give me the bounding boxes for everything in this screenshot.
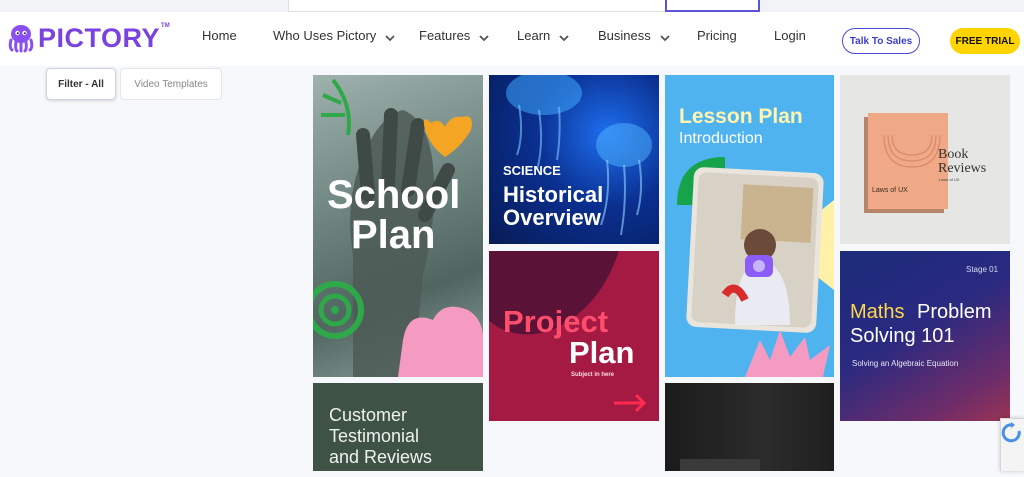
nav-login[interactable]: Login: [774, 28, 806, 43]
project-title-2: Plan: [569, 335, 635, 370]
template-card-lesson-plan[interactable]: Lesson Plan Introduction: [665, 75, 834, 377]
customer-title-2: Testimonial: [329, 426, 420, 446]
nav-home[interactable]: Home: [202, 28, 237, 43]
recaptcha-badge[interactable]: [1000, 418, 1024, 471]
template-card-school-plan[interactable]: School Plan: [313, 75, 483, 377]
science-title-2: Overview: [503, 205, 601, 230]
nav-pricing-label: Pricing: [697, 28, 737, 43]
book-cover-title: Laws of UX: [872, 187, 908, 194]
lesson-title-2: Introduction: [679, 130, 763, 147]
nav-business-label: Business: [598, 28, 651, 43]
chevron-down-icon: [479, 34, 489, 41]
project-title-1: Project: [503, 304, 609, 339]
nav-who-uses-label: Who Uses Pictory: [273, 28, 377, 43]
nav-learn-label: Learn: [517, 28, 551, 43]
book-title-2: Reviews: [938, 161, 987, 176]
customer-title-3: and Reviews: [329, 447, 433, 467]
project-subtitle: Subject in here: [571, 372, 615, 378]
brand-name: PICTORY: [38, 23, 161, 53]
octopus-logo-icon: [8, 25, 34, 53]
school-plan-title-2: Plan: [351, 213, 436, 257]
video-templates-button[interactable]: Video Templates: [120, 68, 222, 100]
book-title-1: Book: [938, 147, 969, 162]
template-card-customer-testimonial[interactable]: Customer Testimonial and Reviews: [313, 383, 483, 471]
nav-features[interactable]: Features: [419, 28, 490, 43]
trademark: TM: [161, 23, 170, 29]
lesson-title-1: Lesson Plan: [679, 105, 803, 128]
chevron-down-icon: [660, 34, 670, 41]
nav-pricing[interactable]: Pricing: [697, 28, 737, 43]
book-artwork: [864, 113, 948, 213]
maths-subtitle: Solving an Algebraic Equation: [852, 359, 959, 368]
school-plan-title-1: School: [327, 173, 461, 217]
template-card-maths[interactable]: Stage 01 Maths Problem Solving 101 Solvi…: [840, 251, 1010, 421]
maths-title-1: Problem: [917, 301, 992, 323]
nav-learn[interactable]: Learn: [517, 28, 570, 43]
nav-features-label: Features: [419, 28, 471, 43]
dark-card-artwork: [680, 459, 760, 471]
maths-title-2: Solving 101: [850, 325, 955, 347]
maths-accent: Maths: [850, 301, 905, 323]
customer-title-1: Customer: [329, 405, 408, 425]
brand-logo[interactable]: PICTORY TM: [6, 22, 170, 54]
science-tag: SCIENCE: [503, 163, 561, 178]
filter-all-button[interactable]: Filter - All: [46, 68, 116, 100]
talk-to-sales-button[interactable]: Talk To Sales: [842, 28, 920, 54]
book-subtitle: Laws of UX: [939, 177, 960, 182]
template-card-project-plan[interactable]: Project Plan Subject in here: [489, 251, 659, 421]
template-card-historical-overview[interactable]: SCIENCE Historical Overview: [489, 75, 659, 244]
chevron-down-icon: [559, 34, 569, 41]
top-search-box[interactable]: [288, 0, 666, 12]
top-band: [0, 0, 1024, 12]
nav-business[interactable]: Business: [598, 28, 671, 43]
nav-login-label: Login: [774, 28, 806, 43]
template-card-dark[interactable]: [665, 383, 834, 471]
template-card-book-reviews[interactable]: Laws of UX Book Reviews Laws of UX: [840, 75, 1010, 244]
nav-who-uses[interactable]: Who Uses Pictory: [273, 28, 396, 43]
free-trial-button[interactable]: FREE TRIAL: [950, 28, 1020, 54]
top-outline-box[interactable]: [665, 0, 760, 12]
maths-stage: Stage 01: [966, 265, 999, 274]
nav-home-label: Home: [202, 28, 237, 43]
chevron-down-icon: [385, 34, 395, 41]
site-header: PICTORY TM Home Who Uses Pictory Feature…: [0, 12, 1024, 66]
science-title-1: Historical: [503, 182, 604, 207]
recaptcha-icon: [1001, 422, 1021, 443]
